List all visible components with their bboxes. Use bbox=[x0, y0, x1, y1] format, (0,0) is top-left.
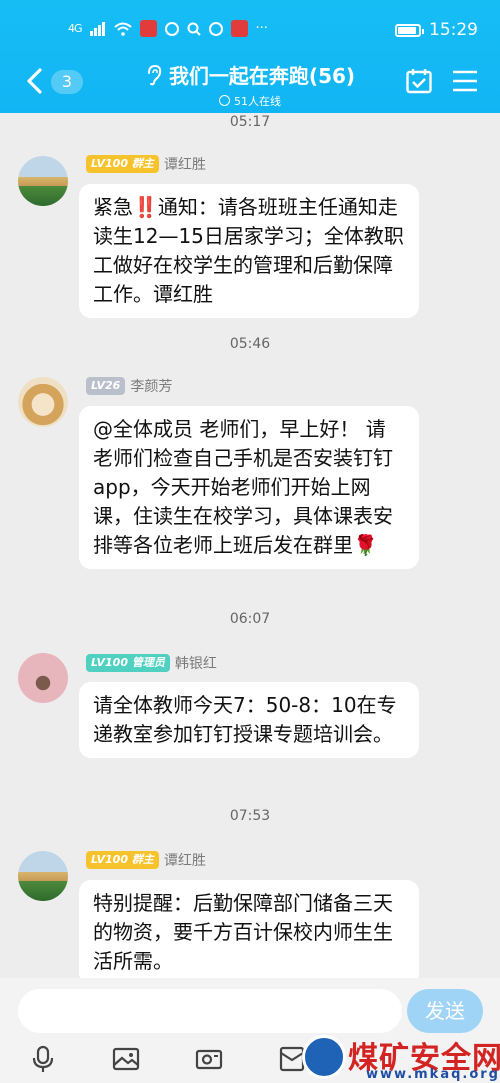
avatar[interactable] bbox=[18, 156, 68, 206]
message-list[interactable]: 05:17 LV100 群主 谭红胜 紧急‼️通知：请各班班主任通知走读生12—… bbox=[0, 113, 500, 978]
camera-icon[interactable] bbox=[194, 1044, 224, 1074]
send-button[interactable]: 发送 bbox=[407, 989, 483, 1033]
message-bubble[interactable]: 请全体教师今天7：50-8：10在专递教室参加钉钉授课专题培训会。 bbox=[79, 682, 419, 758]
online-count: 51人在线 bbox=[234, 94, 281, 108]
group-name: 我们一起在奔跑(56) bbox=[168, 64, 356, 88]
calendar-check-icon[interactable] bbox=[405, 67, 433, 95]
wifi-icon bbox=[113, 22, 132, 36]
sender-name[interactable]: 谭红胜 bbox=[164, 850, 206, 870]
menu-icon[interactable] bbox=[452, 70, 478, 92]
online-icon bbox=[219, 95, 230, 106]
timestamp: 05:46 bbox=[229, 336, 271, 352]
message-bubble[interactable]: 特别提醒：后勤保障部门储备三天的物资，要千方百计保校内师生生活所需。 bbox=[79, 880, 419, 978]
level-badge: LV26 bbox=[86, 377, 126, 395]
image-icon[interactable] bbox=[111, 1044, 141, 1074]
sender-name[interactable]: 韩银红 bbox=[175, 653, 217, 673]
signal-label: 4G bbox=[68, 22, 82, 35]
browser-notification-icon bbox=[164, 21, 179, 36]
chat-title-area[interactable]: 我们一起在奔跑(56) 51人在线 bbox=[130, 60, 370, 109]
sender-info: LV26 李颜芳 bbox=[86, 376, 172, 396]
microphone-icon[interactable] bbox=[28, 1044, 58, 1074]
timestamp: 06:07 bbox=[229, 611, 271, 627]
status-bar: 4G ··· 15:29 bbox=[0, 0, 500, 56]
sender-name[interactable]: 李颜芳 bbox=[130, 376, 172, 396]
sender-info: LV100 群主 谭红胜 bbox=[86, 850, 206, 870]
signal-icon bbox=[89, 21, 105, 36]
site-watermark: 煤矿安全网 www.mkaq.org bbox=[302, 1033, 500, 1083]
timestamp: 07:53 bbox=[229, 808, 271, 824]
sync-notification-icon bbox=[208, 21, 223, 36]
watermark-url: www.mkaq.org bbox=[366, 1067, 500, 1082]
watermark-logo-icon bbox=[302, 1035, 346, 1079]
search-notification-icon bbox=[187, 22, 201, 36]
sender-name[interactable]: 谭红胜 bbox=[164, 154, 206, 174]
avatar[interactable] bbox=[18, 653, 68, 703]
sender-info: LV100 群主 谭红胜 bbox=[86, 154, 206, 174]
level-role-badge: LV100 管理员 bbox=[86, 654, 170, 672]
online-status: 51人在线 bbox=[130, 93, 370, 109]
status-icons-right: 15:29 bbox=[395, 20, 478, 40]
unread-count-badge[interactable]: 3 bbox=[51, 70, 83, 94]
avatar[interactable] bbox=[18, 377, 68, 427]
news-notification-icon bbox=[230, 20, 248, 37]
message-input[interactable] bbox=[18, 989, 402, 1033]
back-arrow-icon[interactable] bbox=[22, 66, 48, 96]
level-role-badge: LV100 群主 bbox=[86, 155, 159, 173]
group-title[interactable]: 我们一起在奔跑(56) bbox=[145, 60, 355, 89]
level-role-badge: LV100 群主 bbox=[86, 851, 159, 869]
message-bubble[interactable]: @全体成员 老师们，早上好！ 请老师们检查自己手机是否安装钉钉app，今天开始老… bbox=[79, 406, 419, 569]
avatar[interactable] bbox=[18, 851, 68, 901]
timestamp: 05:17 bbox=[229, 114, 271, 130]
more-notifications-icon: ··· bbox=[255, 21, 268, 36]
status-icons-left: 4G ··· bbox=[68, 20, 268, 37]
app-notification-icon bbox=[139, 20, 157, 37]
chat-header: 4G ··· 15:29 3 我们一起在奔跑(56) 51人在线 bbox=[0, 0, 500, 113]
ear-icon bbox=[147, 64, 162, 85]
battery-icon bbox=[395, 23, 424, 37]
sender-info: LV100 管理员 韩银红 bbox=[86, 653, 217, 673]
message-bubble[interactable]: 紧急‼️通知：请各班班主任通知走读生12—15日居家学习；全体教职工做好在校学生… bbox=[79, 184, 419, 318]
clock: 15:29 bbox=[429, 20, 478, 40]
